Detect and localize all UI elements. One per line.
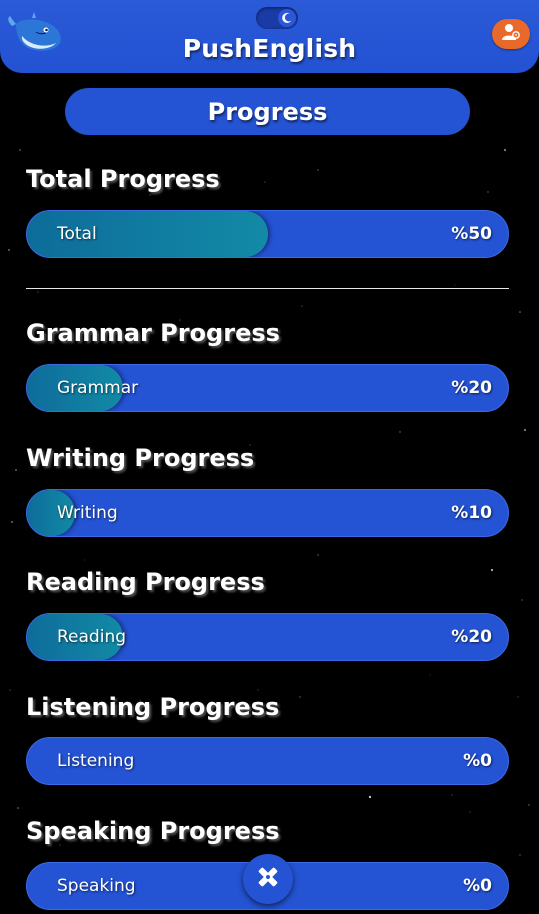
progress-bar-value: %20 xyxy=(451,627,492,647)
progress-bar-label: Speaking xyxy=(57,876,136,896)
speaking-progress-title: Speaking Progress xyxy=(26,817,280,845)
theme-toggle[interactable] xyxy=(256,7,298,29)
user-settings-icon xyxy=(501,23,521,45)
app-title: PushEnglish xyxy=(182,34,357,63)
progress-bar-value: %20 xyxy=(451,378,492,398)
tools-fab-button[interactable] xyxy=(243,854,293,904)
writing-progress-title: Writing Progress xyxy=(26,444,255,472)
grammar-progress-title: Grammar Progress xyxy=(26,319,280,347)
progress-bar-value: %50 xyxy=(451,224,492,244)
progress-bar-value: %0 xyxy=(463,876,492,896)
listening-progress-bar: Listening %0 xyxy=(26,737,509,785)
progress-bar-label: Writing xyxy=(57,503,118,523)
tools-icon xyxy=(255,864,281,894)
profile-button[interactable] xyxy=(492,19,530,49)
section-header-progress: Progress xyxy=(65,88,470,135)
progress-bar-label: Reading xyxy=(57,627,127,647)
writing-progress-bar: Writing %10 xyxy=(26,489,509,537)
progress-bar-label: Listening xyxy=(57,751,135,771)
progress-bar-value: %10 xyxy=(451,503,492,523)
progress-bar-value: %0 xyxy=(463,751,492,771)
progress-bar-label: Grammar xyxy=(57,378,139,398)
progress-bar-label: Total xyxy=(57,224,97,244)
listening-progress-title: Listening Progress xyxy=(26,693,280,721)
app-header: PushEnglish xyxy=(0,0,539,73)
moon-icon xyxy=(278,9,296,27)
divider xyxy=(26,288,509,289)
total-progress-title: Total Progress xyxy=(26,165,220,193)
reading-progress-title: Reading Progress xyxy=(26,568,265,596)
reading-progress-bar: Reading %20 xyxy=(26,613,509,661)
total-progress-bar: Total %50 xyxy=(26,210,509,258)
grammar-progress-bar: Grammar %20 xyxy=(26,364,509,412)
